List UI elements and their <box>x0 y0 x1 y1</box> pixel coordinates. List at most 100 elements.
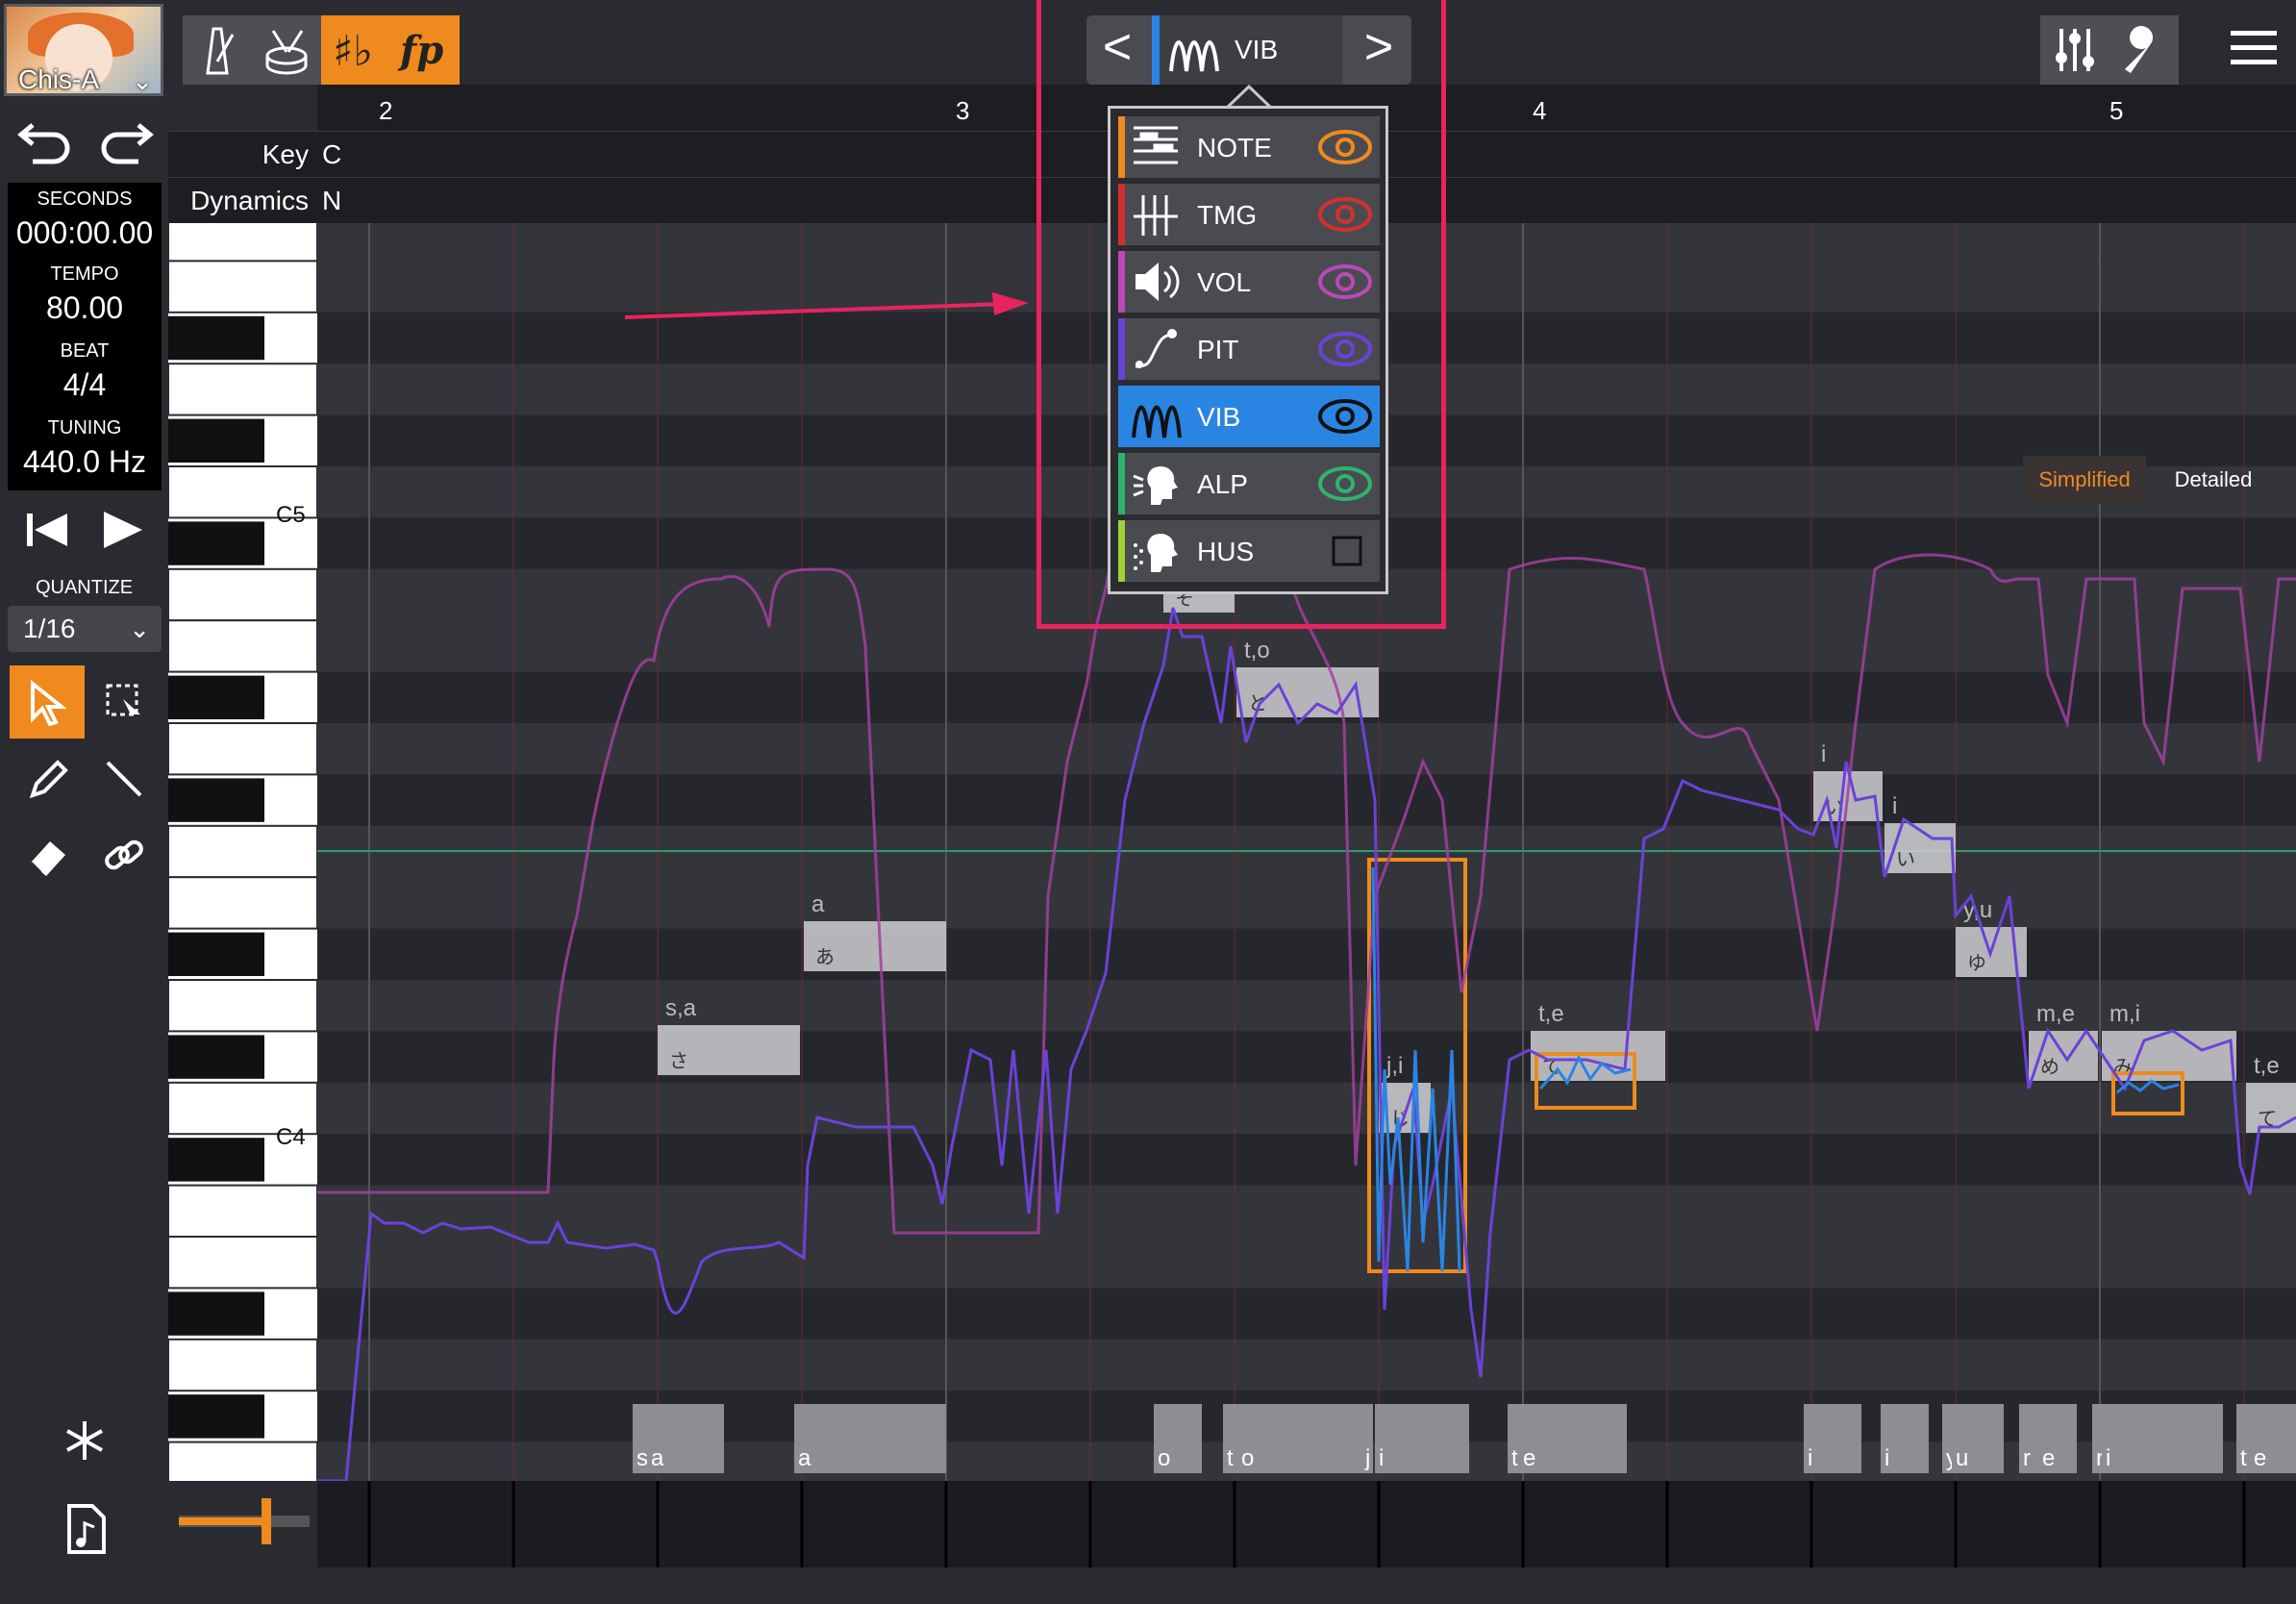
grid-row <box>317 1339 2296 1391</box>
zoom-slider[interactable] <box>179 1498 310 1544</box>
chevron-down-icon: ⌄ <box>132 66 153 95</box>
timing-block <box>794 1404 946 1473</box>
menu-item-vol[interactable]: VOL <box>1118 251 1380 313</box>
menu-item-vib[interactable]: VIB <box>1118 386 1380 447</box>
note-phoneme: i <box>1821 741 1826 767</box>
menu-item-pit[interactable]: PIT <box>1118 318 1380 380</box>
quantize-select[interactable]: 1/16 ⌄ <box>8 606 162 652</box>
piano-keys[interactable] <box>168 223 317 1481</box>
simplified-toggle[interactable]: Simplified <box>2023 456 2146 504</box>
link-tool-button[interactable] <box>87 819 162 892</box>
key-signature-button[interactable]: ♯♭ <box>321 15 390 85</box>
eye-icon[interactable] <box>1316 124 1374 170</box>
seconds-value: 000:00.00 <box>15 215 154 250</box>
timing-phoneme: i <box>1379 1445 1384 1471</box>
grid-row <box>317 774 2296 826</box>
timing-phoneme: a <box>651 1445 664 1471</box>
tuning-value[interactable]: 440.0 Hz <box>8 444 162 480</box>
bar-number: 2 <box>379 96 393 125</box>
item-label: HUS <box>1197 537 1255 566</box>
beat-label: BEAT <box>60 340 110 362</box>
husky-voice-icon <box>1134 533 1178 572</box>
settings-button[interactable] <box>2109 15 2179 85</box>
white-key <box>168 722 317 776</box>
timing-block <box>1237 1404 1372 1473</box>
timing-phoneme: t <box>2240 1445 2247 1471</box>
detailed-toggle[interactable]: Detailed <box>2152 456 2275 504</box>
note-lyric: あ <box>815 945 835 968</box>
metronome-icon <box>206 27 235 75</box>
timeline-footer[interactable] <box>317 1481 2296 1567</box>
black-key <box>168 675 264 719</box>
eye-outline <box>1318 399 1372 434</box>
menu-item-hus[interactable]: HUS <box>1118 520 1380 582</box>
note-lyric: ゆ <box>1967 951 1986 974</box>
timing-phoneme: i <box>1884 1445 1889 1471</box>
menu-item-note[interactable]: NOTE <box>1118 116 1380 178</box>
quantize-label: QUANTIZE <box>35 577 134 598</box>
timing-phoneme: i <box>1808 1445 1812 1471</box>
item-label: PIT <box>1197 335 1239 364</box>
play-button[interactable] <box>90 500 158 558</box>
item-label: ALP <box>1197 469 1248 499</box>
piano-keyboard[interactable]: C5 C4 <box>168 223 317 1481</box>
zoom-slider-handle[interactable] <box>262 1498 271 1544</box>
pencil-tool-button[interactable] <box>10 742 85 815</box>
item-color-stripe <box>1118 116 1125 178</box>
eye-icon[interactable] <box>1316 326 1374 372</box>
metronome-button[interactable] <box>183 15 252 85</box>
footer-strip <box>0 1567 2296 1604</box>
visibility-checkbox[interactable] <box>1316 528 1374 574</box>
box-select-tool-button[interactable] <box>87 665 162 739</box>
mixer-button[interactable] <box>2040 15 2109 85</box>
singer-avatar[interactable]: Chis-A ⌄ <box>4 4 163 96</box>
alpha-voice-icon <box>1133 465 1178 505</box>
menu-item-alp[interactable]: ALP <box>1118 453 1380 514</box>
note-phoneme: t,o <box>1244 638 1270 664</box>
timing-phoneme: i <box>2106 1445 2110 1471</box>
white-key <box>168 1184 317 1238</box>
dynamics-button[interactable]: fp <box>390 15 460 85</box>
drum-button[interactable] <box>252 15 321 85</box>
parameter-menu: NOTE TMG VOL PIT VIB ALP HUS <box>1108 106 1388 594</box>
eye-icon[interactable] <box>1316 393 1374 439</box>
redo-button[interactable] <box>92 108 160 169</box>
undo-button[interactable] <box>12 108 79 169</box>
pointer-arrow-icon <box>31 679 67 726</box>
line-tool-button[interactable] <box>87 742 162 815</box>
timeline-footer-lines <box>367 1481 2246 1567</box>
eye-icon[interactable] <box>1316 461 1374 507</box>
hamburger-menu-icon <box>2231 31 2277 64</box>
freeze-button[interactable] <box>58 1414 112 1467</box>
timing-icon <box>1134 195 1178 236</box>
eye-icon[interactable] <box>1316 259 1374 305</box>
grid-row <box>317 1185 2296 1237</box>
rewind-button[interactable] <box>13 500 81 558</box>
timing-phoneme: a <box>798 1445 811 1471</box>
note-phoneme: t,e <box>2254 1053 2280 1079</box>
export-file-button[interactable] <box>60 1500 112 1558</box>
main-menu-button[interactable] <box>2227 19 2281 77</box>
key-value[interactable]: C <box>322 139 341 170</box>
item-label: NOTE <box>1197 133 1272 163</box>
black-key <box>168 1291 264 1336</box>
sharp-flat-icon: ♯♭ <box>333 27 373 76</box>
drum-icon <box>265 30 308 75</box>
menu-item-tmg[interactable]: TMG <box>1118 184 1380 245</box>
dynamics-label: Dynamics <box>190 186 309 215</box>
wrench-icon <box>2125 26 2154 74</box>
black-key <box>168 1138 264 1182</box>
eraser-icon <box>29 841 65 876</box>
select-tool-button[interactable] <box>10 665 85 739</box>
grid-row <box>317 1031 2296 1083</box>
dynamics-value[interactable]: N <box>322 186 341 216</box>
transport-readout: SECONDS 000:00.00 TEMPO 80.00 BEAT 4/4 T… <box>8 183 162 490</box>
eraser-tool-button[interactable] <box>10 819 85 892</box>
note-phoneme: a <box>811 891 825 917</box>
tempo-value[interactable]: 80.00 <box>8 290 162 326</box>
eye-icon[interactable] <box>1316 191 1374 238</box>
bar-number: 5 <box>2109 96 2124 125</box>
beat-value[interactable]: 4/4 <box>8 367 162 403</box>
dynamics-fp-icon: fp <box>397 28 443 73</box>
c5-label: C5 <box>276 502 306 528</box>
